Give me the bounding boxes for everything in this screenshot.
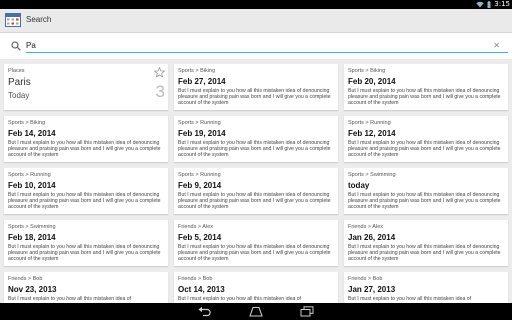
result-card[interactable]: Sports > Swimming today But I must expla… <box>344 168 508 214</box>
result-card[interactable]: Sports > Biking Feb 27, 2014 But I must … <box>174 64 338 110</box>
search-bar: ✕ <box>0 33 512 59</box>
card-category: Sports > Running <box>8 172 51 178</box>
card-description: But I must explain to you how all this m… <box>8 296 132 302</box>
card-date: Jan 27, 2013 <box>348 285 396 294</box>
page-title: Search <box>26 15 52 24</box>
card-description: But I must explain to you how all this m… <box>178 244 331 263</box>
card-date: Feb 12, 2014 <box>348 129 396 138</box>
result-card[interactable]: Sports > Running Feb 19, 2014 But I must… <box>174 116 338 162</box>
card-description: But I must explain to you how all this m… <box>8 244 161 263</box>
result-card[interactable]: Sports > Running Feb 12, 2014 But I must… <box>344 116 508 162</box>
card-category: Sports > Biking <box>348 68 386 74</box>
card-date: Feb 9, 2014 <box>178 181 222 190</box>
card-category: Places <box>8 68 25 74</box>
result-card[interactable]: Sports > Biking Feb 14, 2014 But I must … <box>4 116 168 162</box>
card-category: Sports > Biking <box>8 120 46 126</box>
action-bar: Search <box>0 9 512 33</box>
result-card[interactable]: Sports > Biking Feb 20, 2014 But I must … <box>344 64 508 110</box>
card-category: Friends > Bob <box>348 276 383 282</box>
search-icon <box>11 41 21 51</box>
card-description: But I must explain to you how all this m… <box>348 192 501 211</box>
result-card[interactable]: Sports > Swimming Feb 18, 2014 But I mus… <box>4 220 168 266</box>
result-card[interactable]: Sports > Running Feb 9, 2014 But I must … <box>174 168 338 214</box>
card-date: Feb 10, 2014 <box>8 181 56 190</box>
calendar-app-icon[interactable] <box>5 13 21 27</box>
card-description: But I must explain to you how all this m… <box>348 244 501 263</box>
status-time: 3:15 <box>494 0 510 8</box>
place-count: 3 <box>155 82 165 101</box>
card-description: But I must explain to you how all this m… <box>348 140 501 159</box>
card-category: Friends > Alex <box>178 224 214 230</box>
card-date: Feb 18, 2014 <box>8 233 56 242</box>
card-date: Feb 27, 2014 <box>178 77 226 86</box>
card-category: Sports > Running <box>178 172 221 178</box>
card-category: Sports > Swimming <box>348 172 396 178</box>
places-card[interactable]: Places Paris Today 3 <box>4 64 168 110</box>
navigation-bar <box>0 303 512 320</box>
card-description: But I must explain to you how all this m… <box>348 88 501 107</box>
card-description: But I must explain to you how all this m… <box>8 140 161 159</box>
card-date: Jan 26, 2014 <box>348 233 396 242</box>
result-card[interactable]: Friends > Bob Jan 27, 2013 But I must ex… <box>344 272 508 303</box>
back-icon[interactable] <box>198 306 212 317</box>
place-when: Today <box>8 91 30 100</box>
card-category: Sports > Swimming <box>8 224 56 230</box>
battery-icon <box>487 1 491 8</box>
result-card[interactable]: Friends > Bob Nov 23, 2013 But I must ex… <box>4 272 168 303</box>
recents-icon[interactable] <box>300 306 314 317</box>
card-category: Sports > Running <box>178 120 221 126</box>
status-bar: 3:15 <box>0 0 512 9</box>
card-description: But I must explain to you how all this m… <box>178 192 331 211</box>
card-date: Feb 5, 2014 <box>178 233 222 242</box>
star-outline-icon[interactable] <box>154 67 165 78</box>
card-description: But I must explain to you how all this m… <box>178 88 331 107</box>
card-category: Friends > Bob <box>178 276 213 282</box>
card-date: Feb 14, 2014 <box>8 129 56 138</box>
place-name: Paris <box>8 77 31 88</box>
close-icon[interactable]: ✕ <box>493 41 500 51</box>
card-description: But I must explain to you how all this m… <box>8 192 161 211</box>
card-description: But I must explain to you how all this m… <box>348 296 472 302</box>
card-category: Friends > Alex <box>348 224 384 230</box>
result-card[interactable]: Friends > Alex Feb 5, 2014 But I must ex… <box>174 220 338 266</box>
card-date: Feb 19, 2014 <box>178 129 226 138</box>
card-date: Oct 14, 2013 <box>178 285 225 294</box>
card-description: But I must explain to you how all this m… <box>178 296 302 302</box>
search-input[interactable] <box>26 38 508 53</box>
card-date: Feb 20, 2014 <box>348 77 396 86</box>
card-date: today <box>348 181 370 190</box>
card-category: Sports > Running <box>348 120 391 126</box>
result-card[interactable]: Friends > Bob Oct 14, 2013 But I must ex… <box>174 272 338 303</box>
home-icon[interactable] <box>249 306 263 317</box>
result-card[interactable]: Friends > Alex Jan 26, 2014 But I must e… <box>344 220 508 266</box>
result-card[interactable]: Sports > Running Feb 10, 2014 But I must… <box>4 168 168 214</box>
wifi-icon <box>476 1 484 8</box>
card-description: But I must explain to you how all this m… <box>178 140 331 159</box>
card-date: Nov 23, 2013 <box>8 285 57 294</box>
card-category: Sports > Biking <box>178 68 216 74</box>
status-indicators: 3:15 <box>476 0 510 9</box>
card-category: Friends > Bob <box>8 276 43 282</box>
